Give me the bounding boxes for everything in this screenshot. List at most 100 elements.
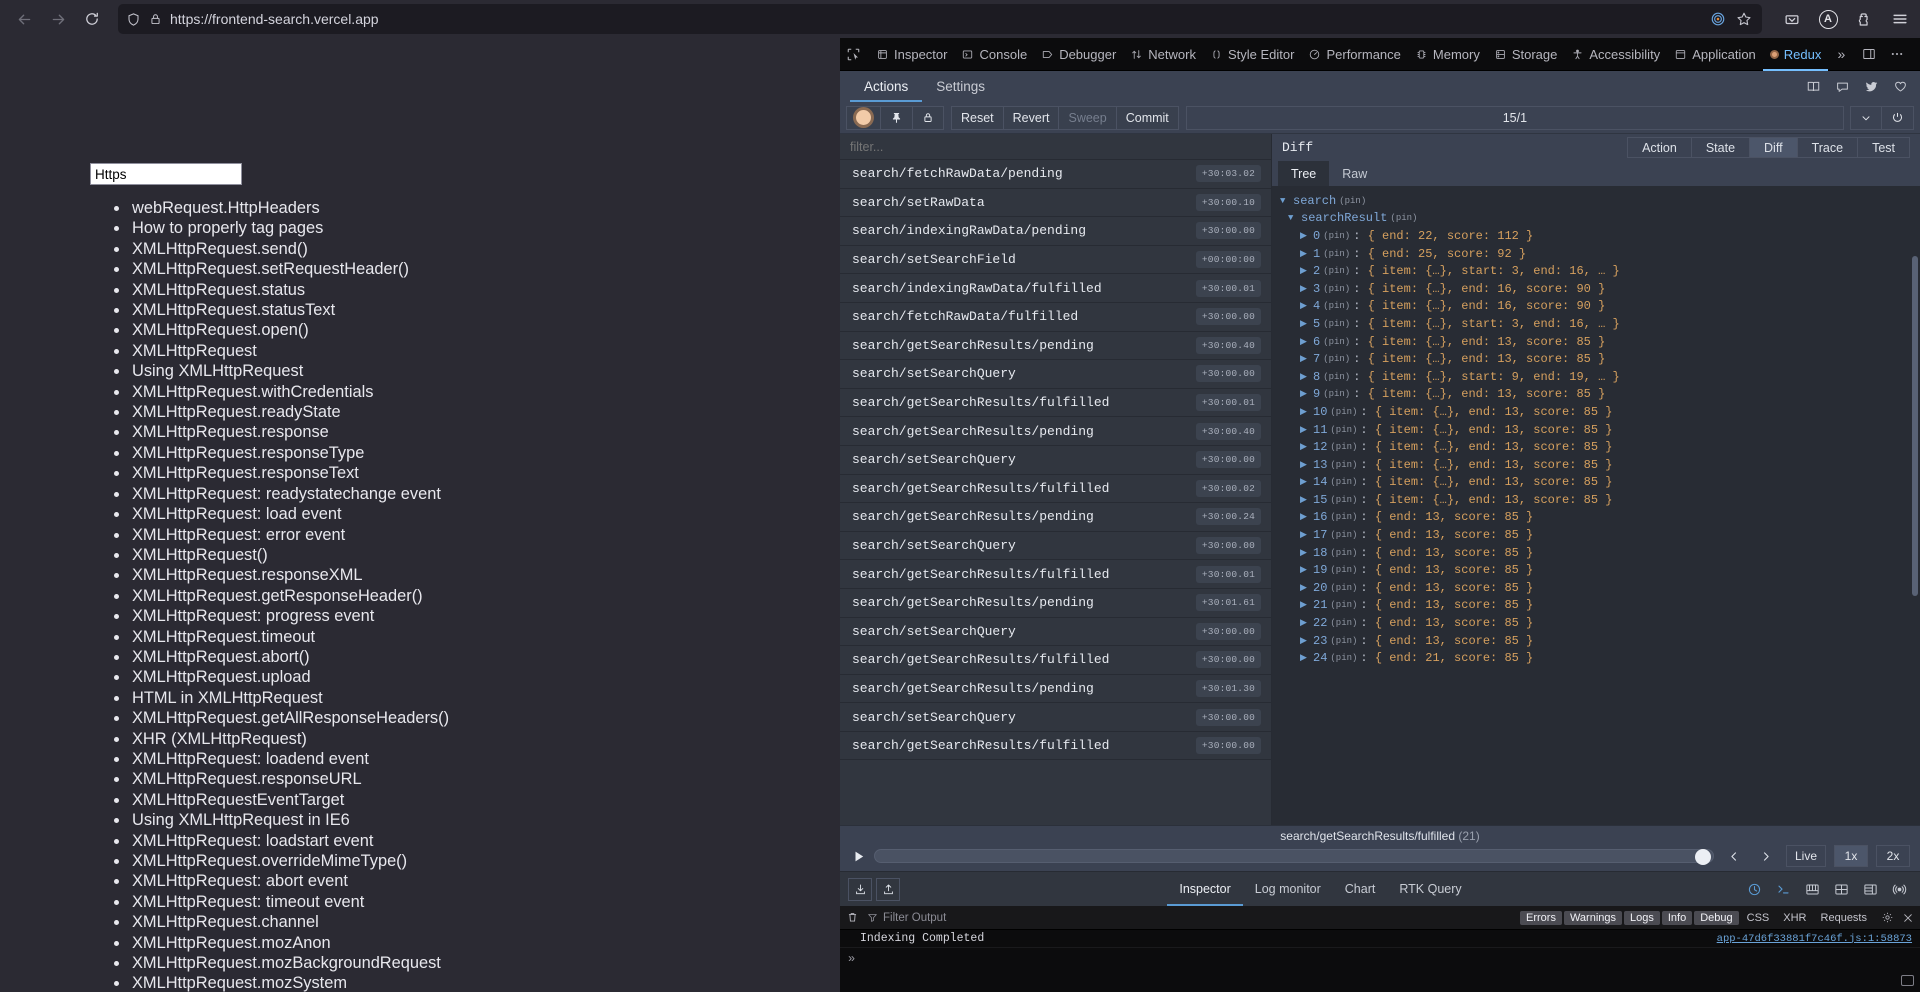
- speed-1x-button[interactable]: 1x: [1834, 845, 1868, 867]
- dock-panel-icon[interactable]: [1856, 41, 1882, 67]
- dock-bottom-icon[interactable]: [1799, 877, 1825, 901]
- diff-view-diff-button[interactable]: Diff: [1750, 137, 1798, 158]
- list-item[interactable]: webRequest.HttpHeaders: [130, 198, 449, 218]
- monitor-tab-chart[interactable]: Chart: [1333, 872, 1388, 906]
- console-filter[interactable]: Filter Output: [867, 912, 946, 924]
- list-item[interactable]: XMLHttpRequest.mozBackgroundRequest: [130, 953, 449, 973]
- diff-entry-row[interactable]: ▶8(pin): { item: {…}, start: 9, end: 19,…: [1280, 368, 1920, 386]
- console-filter-debug[interactable]: Debug: [1694, 911, 1738, 925]
- tab-debugger[interactable]: Debugger: [1034, 38, 1123, 71]
- speed-2x-button[interactable]: 2x: [1876, 845, 1910, 867]
- book-icon[interactable]: [1806, 79, 1821, 94]
- chevron-right-icon[interactable]: ▶: [1300, 530, 1313, 540]
- back-button[interactable]: [8, 4, 40, 34]
- diff-entry-row[interactable]: ▶6(pin): { item: {…}, end: 13, score: 85…: [1280, 333, 1920, 351]
- list-item[interactable]: How to properly tag pages: [130, 218, 449, 238]
- list-item[interactable]: XMLHttpRequest: abort event: [130, 871, 449, 891]
- list-item[interactable]: XMLHttpRequest: readystatechange event: [130, 484, 449, 504]
- chevron-right-icon[interactable]: ▶: [1300, 495, 1313, 505]
- list-item[interactable]: XMLHttpRequest: progress event: [130, 606, 449, 626]
- hamburger-menu-icon[interactable]: [1888, 7, 1912, 31]
- list-item[interactable]: XMLHttpRequest(): [130, 545, 449, 565]
- forward-button[interactable]: [42, 4, 74, 34]
- diff-entry-row[interactable]: ▶2(pin): { item: {…}, start: 3, end: 16,…: [1280, 262, 1920, 280]
- list-item[interactable]: XMLHttpRequest.responseURL: [130, 769, 449, 789]
- chevron-right-icon[interactable]: ▶: [1300, 389, 1313, 399]
- tab-redux[interactable]: Redux: [1763, 38, 1829, 71]
- list-item[interactable]: XMLHttpRequest.mozAnon: [130, 933, 449, 953]
- monitor-tab-log-monitor[interactable]: Log monitor: [1243, 872, 1333, 906]
- diff-entry-row[interactable]: ▶9(pin): { item: {…}, end: 13, score: 85…: [1280, 386, 1920, 404]
- tree-child-row[interactable]: ▼ searchResult (pin): [1280, 210, 1920, 228]
- tab-accessibility[interactable]: Accessibility: [1564, 38, 1667, 71]
- chevron-right-icon[interactable]: ▶: [1300, 425, 1313, 435]
- diff-entry-row[interactable]: ▶18(pin): { end: 13, score: 85 }: [1280, 544, 1920, 562]
- diff-entry-row[interactable]: ▶14(pin): { item: {…}, end: 13, score: 8…: [1280, 474, 1920, 492]
- chevron-right-icon[interactable]: ▶: [1300, 319, 1313, 329]
- redux-tab-actions[interactable]: Actions: [850, 71, 922, 102]
- console-filter-css[interactable]: CSS: [1741, 911, 1776, 925]
- console-filter-requests[interactable]: Requests: [1815, 911, 1873, 925]
- chevron-right-icon[interactable]: ▶: [1300, 548, 1313, 558]
- action-row[interactable]: search/fetchRawData/pending+30:03.02: [840, 160, 1271, 189]
- diff-view-test-button[interactable]: Test: [1858, 137, 1910, 158]
- tab-inspector[interactable]: Inspector: [869, 38, 954, 71]
- twitter-icon[interactable]: [1864, 79, 1879, 94]
- monitor-tab-rtk-query[interactable]: RTK Query: [1387, 872, 1473, 906]
- list-item[interactable]: XMLHttpRequest.readyState: [130, 402, 449, 422]
- export-state-button[interactable]: [876, 878, 900, 901]
- diff-entry-row[interactable]: ▶10(pin): { item: {…}, end: 13, score: 8…: [1280, 403, 1920, 421]
- power-button[interactable]: [1882, 106, 1914, 130]
- diff-entry-row[interactable]: ▶19(pin): { end: 13, score: 85 }: [1280, 561, 1920, 579]
- chat-icon[interactable]: [1835, 79, 1850, 94]
- chevron-right-icon[interactable]: ▶: [1300, 301, 1313, 311]
- console-filter-warnings[interactable]: Warnings: [1564, 911, 1622, 925]
- diff-entry-row[interactable]: ▶24(pin): { end: 21, score: 85 }: [1280, 649, 1920, 667]
- reload-button[interactable]: [76, 4, 108, 34]
- monitor-tab-inspector[interactable]: Inspector: [1167, 872, 1242, 906]
- diff-scrollbar[interactable]: [1912, 256, 1918, 596]
- chevron-right-icon[interactable]: ▶: [1300, 477, 1313, 487]
- live-button[interactable]: Live: [1786, 845, 1826, 867]
- sweep-button[interactable]: Sweep: [1059, 106, 1116, 130]
- action-row[interactable]: search/fetchRawData/fulfilled+30:00.00: [840, 303, 1271, 332]
- action-row[interactable]: search/getSearchResults/fulfilled+30:00.…: [840, 389, 1271, 418]
- revert-button[interactable]: Revert: [1004, 106, 1060, 130]
- list-item[interactable]: XMLHttpRequest: loadend event: [130, 749, 449, 769]
- dispatcher-dropdown-button[interactable]: [1850, 106, 1882, 130]
- diff-entry-row[interactable]: ▶5(pin): { item: {…}, start: 3, end: 16,…: [1280, 315, 1920, 333]
- list-item[interactable]: XMLHttpRequest.status: [130, 280, 449, 300]
- next-action-button[interactable]: [1754, 850, 1778, 863]
- chevron-right-icon[interactable]: ▶: [1300, 231, 1313, 241]
- import-state-button[interactable]: [848, 878, 872, 901]
- diff-entry-row[interactable]: ▶3(pin): { item: {…}, end: 16, score: 90…: [1280, 280, 1920, 298]
- diff-entry-row[interactable]: ▶12(pin): { item: {…}, end: 13, score: 8…: [1280, 438, 1920, 456]
- record-toggle-button[interactable]: [846, 106, 881, 130]
- reader-mode-icon[interactable]: [1710, 11, 1726, 27]
- star-icon[interactable]: [1736, 11, 1752, 27]
- action-row[interactable]: search/getSearchResults/fulfilled+30:00.…: [840, 732, 1271, 761]
- address-bar[interactable]: https://frontend-search.vercel.app: [118, 4, 1762, 34]
- commit-button[interactable]: Commit: [1117, 106, 1179, 130]
- list-item[interactable]: XMLHttpRequest.withCredentials: [130, 382, 449, 402]
- chevron-right-icon[interactable]: ▶: [1300, 565, 1313, 575]
- redux-tab-settings[interactable]: Settings: [922, 71, 999, 102]
- chevron-right-icon[interactable]: ▶: [1300, 460, 1313, 470]
- console-input-prompt[interactable]: »: [840, 948, 1920, 968]
- list-item[interactable]: XMLHttpRequest.abort(): [130, 647, 449, 667]
- chevron-right-icon[interactable]: ▶: [1300, 249, 1313, 259]
- diff-entry-row[interactable]: ▶1(pin): { end: 25, score: 92 }: [1280, 245, 1920, 263]
- action-row[interactable]: search/getSearchResults/pending+30:00.40: [840, 332, 1271, 361]
- diff-entry-row[interactable]: ▶20(pin): { end: 13, score: 85 }: [1280, 579, 1920, 597]
- console-filter-xhr[interactable]: XHR: [1777, 911, 1812, 925]
- reset-button[interactable]: Reset: [951, 106, 1004, 130]
- diff-tree[interactable]: ▼ search (pin) ▼ searchResult (pin) ▶0(p…: [1272, 186, 1920, 825]
- list-item[interactable]: XMLHttpRequest.responseText: [130, 463, 449, 483]
- list-item[interactable]: Using XMLHttpRequest: [130, 361, 449, 381]
- list-item[interactable]: XMLHttpRequest: timeout event: [130, 892, 449, 912]
- downloads-icon[interactable]: [1780, 7, 1804, 31]
- account-avatar[interactable]: A: [1816, 7, 1840, 31]
- action-row[interactable]: search/getSearchResults/pending+30:01.61: [840, 589, 1271, 618]
- history-icon[interactable]: [1741, 877, 1767, 901]
- console-filter-errors[interactable]: Errors: [1520, 911, 1562, 925]
